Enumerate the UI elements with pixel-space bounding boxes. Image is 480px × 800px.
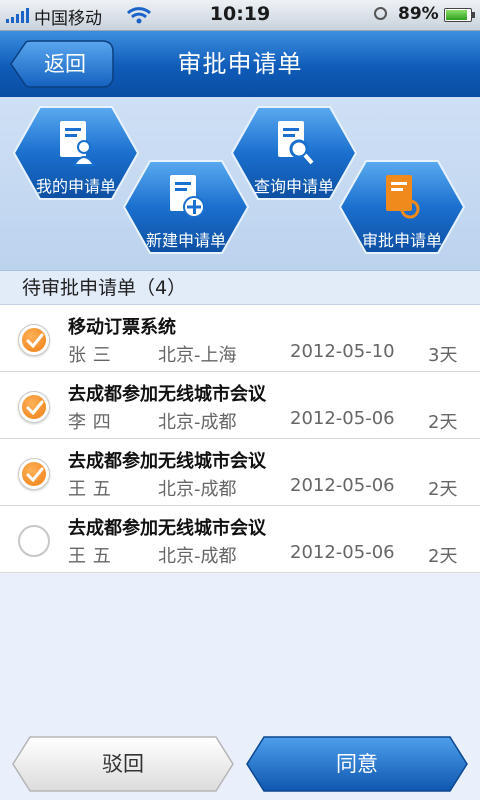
key-document-icon	[386, 175, 420, 219]
applicant-name: 王 五	[68, 479, 112, 500]
request-date: 2012-05-06	[290, 408, 395, 429]
list-item[interactable]: 去成都参加无线城市会议 王 五 北京-成都 2012-05-06 2天	[0, 506, 480, 573]
approve-request-button[interactable]: 审批申请单	[338, 159, 466, 255]
approve-request-label: 审批申请单	[361, 231, 442, 250]
request-subject: 移动订票系统	[68, 317, 176, 338]
applicant-name: 李 四	[68, 412, 112, 433]
reject-button-label: 驳回	[102, 752, 144, 776]
request-subject: 去成都参加无线城市会议	[68, 384, 266, 405]
request-date: 2012-05-06	[290, 475, 395, 496]
request-list: 移动订票系统 张 三 北京-上海 2012-05-10 3天 去成都参加无线城市…	[0, 305, 480, 573]
battery-icon	[444, 8, 475, 22]
checkbox[interactable]	[18, 525, 50, 557]
request-route: 北京-成都	[158, 412, 237, 433]
request-route: 北京-成都	[158, 546, 237, 567]
applicant-name: 王 五	[68, 546, 112, 567]
request-days: 2天	[428, 546, 458, 567]
checkbox[interactable]	[18, 391, 50, 423]
pending-section-header: 待审批申请单（4）	[0, 271, 480, 305]
list-item[interactable]: 移动订票系统 张 三 北京-上海 2012-05-10 3天	[0, 305, 480, 372]
request-date: 2012-05-10	[290, 341, 395, 362]
action-panel: 我的申请单 新建申请单 查询申请单 审批申请单	[0, 97, 480, 271]
reject-button[interactable]: 驳回	[12, 736, 234, 792]
agree-button[interactable]: 同意	[246, 736, 468, 792]
checkbox[interactable]	[18, 324, 50, 356]
new-request-label: 新建申请单	[145, 231, 226, 250]
applicant-name: 张 三	[68, 345, 112, 366]
request-subject: 去成都参加无线城市会议	[68, 451, 266, 472]
request-days: 3天	[428, 345, 458, 366]
alarm-icon	[374, 7, 387, 20]
my-requests-label: 我的申请单	[35, 177, 116, 196]
request-date: 2012-05-06	[290, 542, 395, 563]
request-route: 北京-成都	[158, 479, 237, 500]
page-title: 审批申请单	[177, 50, 303, 78]
person-document-icon	[60, 121, 96, 166]
request-route: 北京-上海	[158, 345, 237, 366]
list-item[interactable]: 去成都参加无线城市会议 李 四 北京-成都 2012-05-06 2天	[0, 372, 480, 439]
search-document-icon	[278, 121, 314, 165]
battery-percent: 89%	[398, 4, 439, 24]
request-days: 2天	[428, 412, 458, 433]
request-subject: 去成都参加无线城市会议	[68, 518, 266, 539]
checkbox[interactable]	[18, 458, 50, 490]
list-item[interactable]: 去成都参加无线城市会议 王 五 北京-成都 2012-05-06 2天	[0, 439, 480, 506]
title-bar: 返回 审批申请单	[0, 31, 480, 97]
status-bar: 中国移动 10:19 89%	[0, 0, 480, 31]
request-days: 2天	[428, 479, 458, 500]
agree-button-label: 同意	[336, 752, 378, 776]
add-document-icon	[170, 175, 205, 218]
my-requests-button[interactable]: 我的申请单	[12, 105, 140, 201]
